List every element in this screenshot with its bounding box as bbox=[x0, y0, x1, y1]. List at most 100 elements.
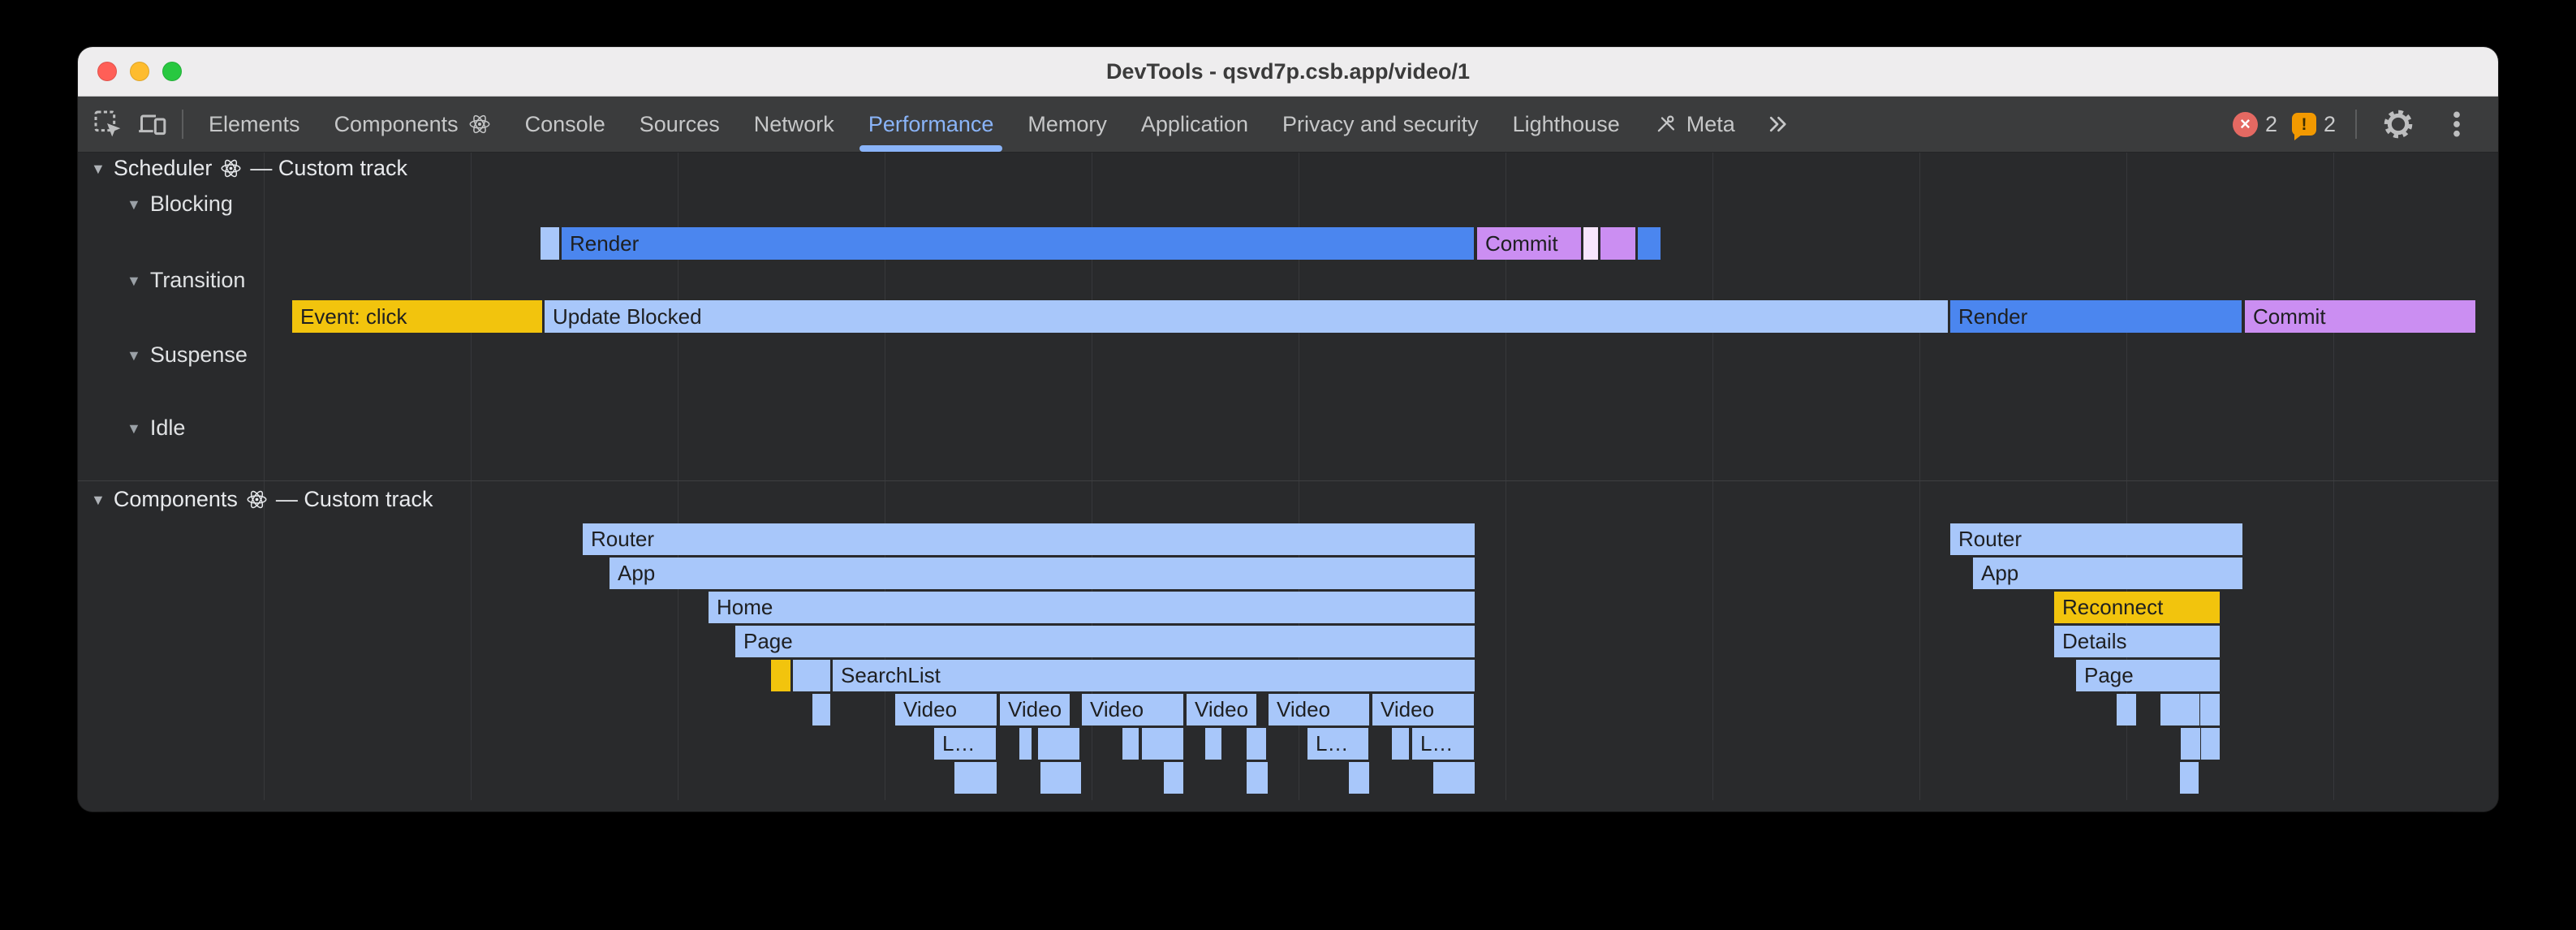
tab-performance[interactable]: Performance bbox=[851, 97, 1011, 152]
tab-memory[interactable]: Memory bbox=[1010, 97, 1124, 152]
flame-bar[interactable] bbox=[1205, 728, 1221, 760]
flame-bar[interactable] bbox=[812, 694, 830, 725]
flame-bar[interactable] bbox=[1164, 762, 1183, 794]
flame-bar-video[interactable]: Video bbox=[1000, 694, 1070, 725]
track-name: Components bbox=[114, 487, 238, 512]
flame-bar[interactable] bbox=[771, 660, 790, 691]
device-toolbar-button[interactable] bbox=[130, 101, 174, 147]
track-suffix: — Custom track bbox=[250, 156, 407, 181]
tab-elements[interactable]: Elements bbox=[192, 97, 317, 152]
flame-bar-page[interactable]: Page bbox=[2076, 660, 2220, 691]
flame-bar[interactable] bbox=[2181, 728, 2200, 760]
flame-bar-render[interactable]: Render bbox=[1950, 300, 2242, 333]
tab-meta[interactable]: Meta bbox=[1637, 97, 1752, 152]
flame-bar[interactable] bbox=[954, 762, 997, 794]
flame-bar-render[interactable]: Render bbox=[562, 227, 1474, 260]
flame-bar[interactable] bbox=[1040, 762, 1081, 794]
inspect-element-button[interactable] bbox=[86, 101, 130, 147]
flame-bar-page[interactable]: Page bbox=[735, 626, 1475, 657]
collapse-triangle-icon[interactable]: ▼ bbox=[91, 161, 106, 176]
flame-bar[interactable] bbox=[1122, 728, 1139, 760]
close-window-button[interactable] bbox=[97, 62, 117, 81]
device-toolbar-icon bbox=[136, 108, 168, 140]
flame-bar-event-click[interactable]: Event: click bbox=[292, 300, 542, 333]
console-errors-badge[interactable]: × 2 bbox=[2233, 112, 2277, 137]
lane-suspense[interactable]: ▼Suspense bbox=[127, 342, 248, 368]
flame-bar-searchlist[interactable]: SearchList bbox=[833, 660, 1475, 691]
timeline-gridline bbox=[471, 153, 472, 800]
flame-bar-l[interactable]: L… bbox=[1412, 728, 1474, 760]
customize-devtools-button[interactable] bbox=[2435, 101, 2479, 147]
console-warnings-badge[interactable]: ! 2 bbox=[2292, 112, 2336, 137]
flame-bar-commit[interactable]: Commit bbox=[2245, 300, 2475, 333]
timeline-gridline bbox=[2333, 153, 2334, 800]
flame-bar-update-blocked[interactable]: Update Blocked bbox=[545, 300, 1948, 333]
flame-bar[interactable] bbox=[541, 227, 559, 260]
flame-bar-video[interactable]: Video bbox=[1082, 694, 1183, 725]
tab-label: Privacy and security bbox=[1282, 112, 1479, 137]
toolbar-divider bbox=[182, 110, 183, 139]
flame-bar[interactable] bbox=[1600, 227, 1635, 260]
flame-bar-video[interactable]: Video bbox=[895, 694, 997, 725]
lane-blocking[interactable]: ▼Blocking bbox=[127, 192, 233, 217]
zoom-window-button[interactable] bbox=[162, 62, 182, 81]
tab-label: Lighthouse bbox=[1513, 112, 1620, 137]
error-count: 2 bbox=[2265, 112, 2277, 137]
collapse-triangle-icon[interactable]: ▼ bbox=[127, 348, 141, 363]
flame-bar-video[interactable]: Video bbox=[1372, 694, 1474, 725]
track-header-components[interactable]: ▼Components— Custom track bbox=[91, 487, 433, 512]
lane-transition[interactable]: ▼Transition bbox=[127, 268, 245, 293]
flame-bar-video[interactable]: Video bbox=[1187, 694, 1256, 725]
flame-bar-reconnect[interactable]: Reconnect bbox=[2054, 592, 2220, 623]
flame-bar-app[interactable]: App bbox=[610, 558, 1475, 589]
flame-bar[interactable] bbox=[2200, 694, 2220, 725]
flame-bar-l[interactable]: L… bbox=[934, 728, 996, 760]
tab-network[interactable]: Network bbox=[737, 97, 851, 152]
collapse-triangle-icon[interactable]: ▼ bbox=[127, 421, 141, 436]
flame-bar[interactable] bbox=[1349, 762, 1369, 794]
collapse-triangle-icon[interactable]: ▼ bbox=[91, 493, 106, 507]
flame-bar-label: Home bbox=[717, 595, 773, 620]
tab-lighthouse[interactable]: Lighthouse bbox=[1496, 97, 1637, 152]
flame-bar[interactable] bbox=[793, 660, 830, 691]
tab-label: Network bbox=[754, 112, 834, 137]
react-atom-icon bbox=[220, 157, 242, 179]
flame-bar[interactable] bbox=[1433, 762, 1475, 794]
flame-bar-router[interactable]: Router bbox=[583, 523, 1475, 555]
flame-bar[interactable] bbox=[1019, 728, 1032, 760]
tab-components[interactable]: Components bbox=[317, 97, 508, 152]
track-header-scheduler[interactable]: ▼Scheduler— Custom track bbox=[91, 156, 407, 181]
flame-bar-details[interactable]: Details bbox=[2054, 626, 2220, 657]
flame-bar[interactable] bbox=[1247, 762, 1268, 794]
flame-bar[interactable] bbox=[1638, 227, 1661, 260]
flame-bar-router[interactable]: Router bbox=[1950, 523, 2242, 555]
flame-bar[interactable] bbox=[2117, 694, 2136, 725]
flame-bar[interactable] bbox=[1583, 227, 1598, 260]
tab-privacy-and-security[interactable]: Privacy and security bbox=[1265, 97, 1496, 152]
lane-idle[interactable]: ▼Idle bbox=[127, 415, 185, 441]
flame-bar[interactable] bbox=[1038, 728, 1079, 760]
tab-application[interactable]: Application bbox=[1124, 97, 1265, 152]
flame-bar-label: Router bbox=[1958, 527, 2022, 552]
tab-sources[interactable]: Sources bbox=[622, 97, 737, 152]
more-tabs-button[interactable] bbox=[1755, 101, 1799, 147]
minimize-window-button[interactable] bbox=[130, 62, 149, 81]
flame-bar[interactable] bbox=[2180, 762, 2199, 794]
flame-bar[interactable] bbox=[2160, 694, 2199, 725]
collapse-triangle-icon[interactable]: ▼ bbox=[127, 273, 141, 288]
flame-bar-video[interactable]: Video bbox=[1269, 694, 1369, 725]
flame-bar[interactable] bbox=[1142, 728, 1183, 760]
window-titlebar: DevTools - qsvd7p.csb.app/video/1 bbox=[78, 47, 2498, 97]
flame-bar-home[interactable]: Home bbox=[709, 592, 1475, 623]
timeline-gridline bbox=[1712, 153, 1713, 800]
tab-label: Elements bbox=[209, 112, 300, 137]
flame-bar-l[interactable]: L… bbox=[1307, 728, 1368, 760]
flame-bar[interactable] bbox=[1392, 728, 1409, 760]
flame-bar-app[interactable]: App bbox=[1973, 558, 2242, 589]
flame-bar[interactable] bbox=[2201, 728, 2220, 760]
settings-button[interactable] bbox=[2376, 101, 2420, 147]
flame-bar[interactable] bbox=[1247, 728, 1266, 760]
tab-console[interactable]: Console bbox=[508, 97, 622, 152]
collapse-triangle-icon[interactable]: ▼ bbox=[127, 197, 141, 212]
flame-bar-commit[interactable]: Commit bbox=[1477, 227, 1581, 260]
